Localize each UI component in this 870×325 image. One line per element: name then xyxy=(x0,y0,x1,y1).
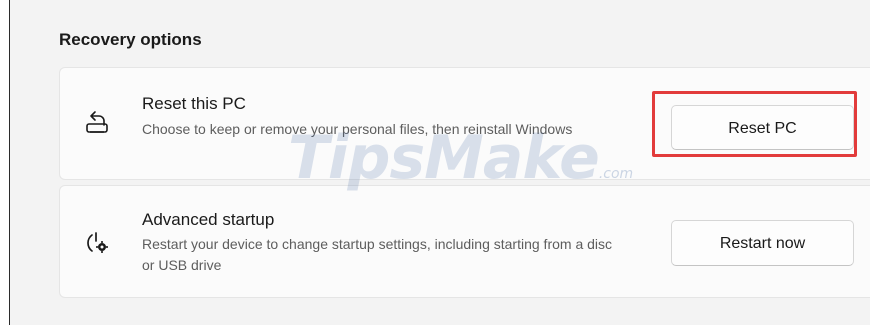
reset-pc-title: Reset this PC xyxy=(142,94,246,113)
section-title: Recovery options xyxy=(59,30,202,49)
advanced-startup-card: Advanced startup Restart your device to … xyxy=(59,185,870,298)
reset-pc-description: Choose to keep or remove your personal f… xyxy=(142,121,573,137)
reset-pc-button[interactable]: Reset PC xyxy=(671,105,854,150)
advanced-startup-title: Advanced startup xyxy=(142,210,275,229)
settings-panel: Recovery options Reset this PC Choose to… xyxy=(9,0,870,325)
reset-pc-icon xyxy=(84,110,110,136)
reset-pc-card: Reset this PC Choose to keep or remove y… xyxy=(59,67,870,180)
advanced-startup-description: Restart your device to change startup se… xyxy=(142,236,613,273)
advanced-startup-icon xyxy=(84,230,110,256)
restart-now-button[interactable]: Restart now xyxy=(671,220,854,266)
